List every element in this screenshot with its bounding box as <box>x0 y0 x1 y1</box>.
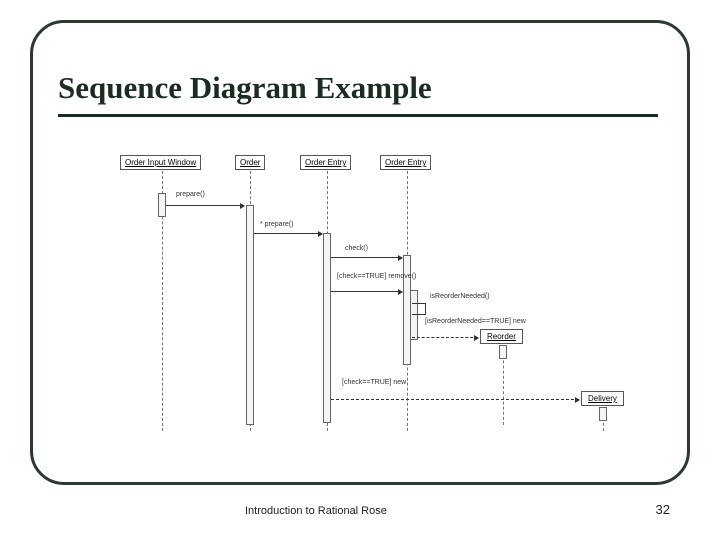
msg-remove: [check==TRUE] remove() <box>337 273 416 281</box>
object-order-entry-2: Order Entry <box>380 155 431 170</box>
activation-reorder <box>499 345 507 359</box>
activation-1 <box>158 193 166 217</box>
activation-delivery <box>599 407 607 421</box>
activation-3 <box>323 233 331 423</box>
self-call-loop <box>412 303 426 315</box>
arrow-remove <box>331 291 402 292</box>
msg-prepare: prepare() <box>176 191 205 198</box>
object-order: Order <box>235 155 265 170</box>
msg-new-reorder: [isReorderNeeded==TRUE] new <box>425 318 526 326</box>
msg-isreorder: isReorderNeeded() <box>430 293 490 300</box>
object-order-input-window: Order Input Window <box>120 155 201 170</box>
arrow-new-delivery <box>331 399 579 400</box>
object-reorder: Reorder <box>480 329 523 344</box>
arrow-star-prepare <box>254 233 322 234</box>
page-number: 32 <box>656 502 670 517</box>
page-title: Sequence Diagram Example <box>58 70 432 106</box>
msg-check: check() <box>345 245 368 252</box>
sequence-diagram: Order Input Window Order Order Entry Ord… <box>120 155 650 455</box>
msg-star-prepare: * prepare() <box>260 221 293 228</box>
arrow-new-reorder <box>412 337 478 338</box>
arrow-check <box>331 257 402 258</box>
activation-4b <box>410 290 418 340</box>
msg-new-delivery: [check==TRUE] new <box>342 379 406 387</box>
arrow-prepare <box>166 205 244 206</box>
footer-text: Introduction to Rational Rose <box>245 505 387 517</box>
object-order-entry-1: Order Entry <box>300 155 351 170</box>
activation-2 <box>246 205 254 425</box>
object-delivery: Delivery <box>581 391 624 406</box>
title-underline <box>58 114 658 117</box>
